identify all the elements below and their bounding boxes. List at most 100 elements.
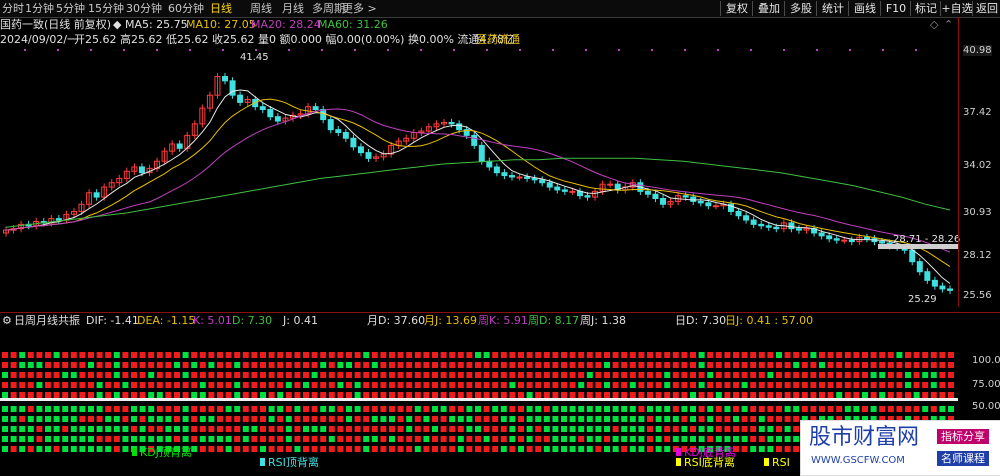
grid-cell <box>113 446 120 452</box>
grid-cell <box>122 426 129 432</box>
grid-cell <box>561 426 567 432</box>
grid-cell <box>647 352 653 358</box>
grid-cell <box>131 382 137 388</box>
grid-cell <box>483 426 490 432</box>
grid-cell <box>432 382 438 388</box>
grid-cell <box>681 416 688 422</box>
grid-cell <box>260 382 266 388</box>
grid-cell <box>457 382 464 388</box>
grid-cell <box>10 352 17 358</box>
grid-cell <box>561 392 567 398</box>
grid-cell <box>62 352 69 358</box>
grid-cell <box>543 416 550 422</box>
period-tab-4[interactable]: 30分钟 <box>126 1 162 16</box>
period-tab-1[interactable]: 1分钟 <box>25 1 54 16</box>
grid-cell <box>303 392 309 398</box>
grid-cell <box>53 416 60 422</box>
grid-cell <box>621 436 628 442</box>
grid-cell <box>285 436 292 442</box>
period-tab-3[interactable]: 15分钟 <box>88 1 124 16</box>
grid-cell <box>440 392 447 398</box>
toolbar-button-5[interactable]: F10 <box>880 1 911 16</box>
grid-cell <box>363 362 370 368</box>
period-tab-5[interactable]: 60分钟 <box>168 1 204 16</box>
period-tab-10[interactable]: 更多 > <box>342 1 377 16</box>
grid-cell <box>96 436 103 442</box>
grid-cell <box>905 372 911 378</box>
grid-cell <box>827 372 834 378</box>
sector-label[interactable]: 医药流通 <box>476 32 520 47</box>
gear-icon[interactable]: ⚙ <box>2 313 12 328</box>
grid-cell <box>217 382 223 388</box>
marker-dot <box>882 49 884 51</box>
grid-cell <box>62 436 69 442</box>
grid-cell <box>191 436 198 442</box>
grid-cell <box>414 416 421 422</box>
grid-cell <box>346 406 352 412</box>
grid-cell <box>449 406 456 412</box>
grid-cell <box>913 372 920 378</box>
grid-cell <box>371 426 378 432</box>
grid-cell <box>552 436 559 442</box>
grid-cell <box>2 362 8 368</box>
grid-cell <box>165 382 172 388</box>
grid-cell <box>96 382 103 388</box>
grid-cell <box>500 406 507 412</box>
candle-body <box>773 226 780 230</box>
toolbar-button-2[interactable]: 多股 <box>784 1 817 16</box>
period-tab-6[interactable]: 日线 <box>210 1 232 16</box>
grid-cell <box>500 372 507 378</box>
period-tab-9[interactable]: 多周期 <box>312 1 345 16</box>
grid-cell <box>139 406 146 412</box>
toolbar-button-7[interactable]: +自选 <box>940 1 973 16</box>
marker-dot <box>189 49 191 51</box>
toolbar-button-3[interactable]: 统计 <box>816 1 849 16</box>
toolbar-button-4[interactable]: 画线 <box>848 1 881 16</box>
grid-cell <box>88 436 94 442</box>
diamond-icon[interactable]: ◇ <box>930 17 938 32</box>
price-chart[interactable]: 41.45 28.71 - 28.26 25.29 <box>0 47 1000 307</box>
grid-cell <box>604 416 610 422</box>
grid-cell <box>79 406 86 412</box>
toolbar-button-1[interactable]: 叠加 <box>752 1 785 16</box>
grid-cell <box>483 352 490 358</box>
grid-cell <box>131 416 137 422</box>
indicator-value-11: 日J: 0.41 : 57.00 <box>725 314 814 327</box>
grid-cell <box>294 426 301 432</box>
grid-cell <box>535 416 542 422</box>
grid-cell <box>303 352 309 358</box>
indicator-name[interactable]: 日周月线共振 <box>14 313 80 328</box>
grid-cell <box>483 372 490 378</box>
grid-cell <box>414 392 421 398</box>
price-axis: 40.98 37.42 34.02 30.93 28.12 25.56 <box>958 17 1000 307</box>
ma20-value: MA20: 28.24 <box>251 18 321 31</box>
grid-cell <box>638 382 645 388</box>
period-tab-7[interactable]: 周线 <box>250 1 272 16</box>
grid-cell <box>62 392 69 398</box>
period-tab-0[interactable]: 分时 <box>2 1 24 16</box>
grid-cell <box>500 436 507 442</box>
toolbar-button-6[interactable]: 标记 <box>910 1 941 16</box>
grid-cell <box>681 426 688 432</box>
grid-cell <box>681 352 688 358</box>
chevron-up-icon[interactable]: ⌃ <box>944 17 953 32</box>
toolbar-button-8[interactable]: 返回 <box>972 1 1000 16</box>
grid-cell <box>724 352 731 358</box>
grid-cell <box>784 416 791 422</box>
grid-cell <box>285 392 292 398</box>
grid-cell <box>690 382 696 388</box>
grid-cell <box>432 352 438 358</box>
period-tab-2[interactable]: 5分钟 <box>56 1 85 16</box>
grid-cell <box>251 436 258 442</box>
candle-body <box>924 271 931 281</box>
grid-cell <box>509 392 516 398</box>
ma20-line <box>5 108 951 253</box>
toolbar-button-0[interactable]: 复权 <box>720 1 753 16</box>
candle-body <box>222 76 229 82</box>
grid-cell <box>707 362 714 368</box>
period-tab-8[interactable]: 月线 <box>282 1 304 16</box>
grid-cell <box>389 416 395 422</box>
grid-cell <box>389 362 395 368</box>
indicator-value-2: K: 5.01 <box>193 314 232 327</box>
grid-cell <box>139 416 146 422</box>
